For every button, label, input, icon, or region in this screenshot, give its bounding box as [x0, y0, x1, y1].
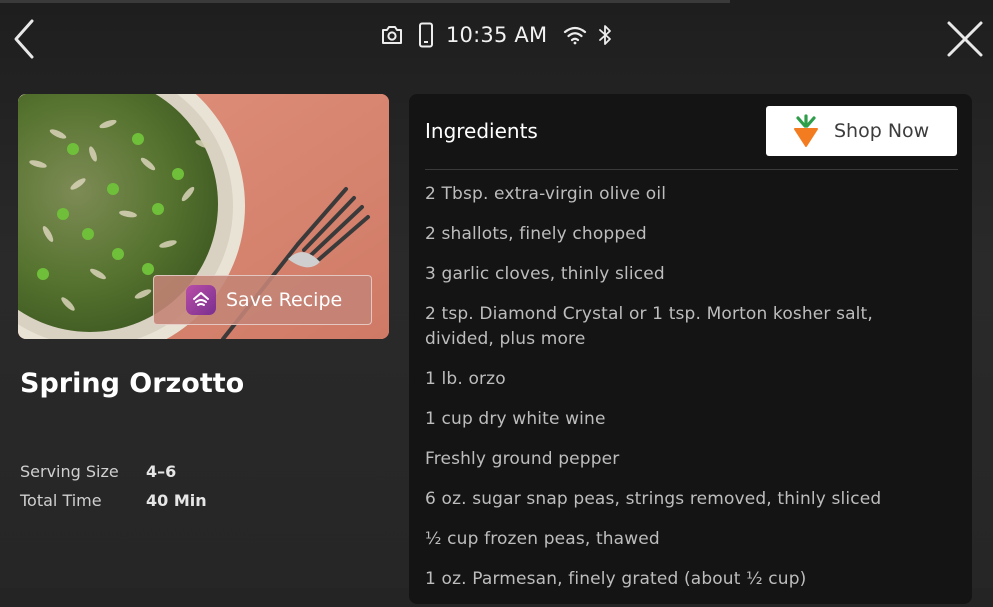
ingredients-list: 2 Tbsp. extra-virgin olive oil 2 shallot…	[425, 182, 945, 607]
carrot-icon	[794, 114, 818, 147]
total-time-value: 40 Min	[146, 491, 207, 510]
recipe-title: Spring Orzotto	[20, 368, 245, 399]
top-divider	[0, 0, 730, 3]
ingredient-item: 1 lb. orzo	[425, 369, 506, 389]
bluetooth-icon	[597, 24, 613, 46]
status-bar: 10:35 AM	[380, 18, 613, 52]
shop-now-label: Shop Now	[834, 120, 930, 142]
ingredient-item: ½ cup frozen peas, thawed	[425, 529, 660, 549]
ingredient-item: 3 garlic cloves, thinly sliced	[425, 264, 665, 284]
total-time-label: Total Time	[20, 491, 102, 510]
ingredient-item: Freshly ground pepper	[425, 449, 620, 469]
ingredient-item: 1 oz. Parmesan, finely grated (about ½ c…	[425, 569, 807, 589]
ingredient-item: 2 Tbsp. extra-virgin olive oil	[425, 184, 667, 204]
shop-now-button[interactable]: Shop Now	[766, 106, 957, 156]
ingredients-divider	[425, 169, 958, 170]
camera-icon	[380, 24, 404, 46]
serving-size-value: 4–6	[146, 462, 177, 481]
ingredient-item: 1 cup dry white wine	[425, 409, 606, 429]
recipe-app-icon	[186, 285, 216, 315]
wifi-icon	[563, 25, 587, 45]
ingredient-item: 2 shallots, finely chopped	[425, 224, 647, 244]
status-time: 10:35 AM	[446, 23, 548, 47]
save-recipe-button[interactable]: Save Recipe	[153, 275, 372, 325]
close-icon	[947, 21, 983, 57]
ingredient-item: 6 oz. sugar snap peas, strings removed, …	[425, 489, 882, 509]
ingredients-title: Ingredients	[425, 119, 538, 143]
save-recipe-label: Save Recipe	[226, 289, 343, 311]
serving-size-label: Serving Size	[20, 462, 119, 481]
close-button[interactable]	[944, 18, 986, 60]
chevron-left-icon	[14, 19, 34, 59]
phone-icon	[418, 22, 434, 48]
back-button[interactable]	[8, 16, 42, 62]
ingredient-item: 2 tsp. Diamond Crystal or 1 tsp. Morton …	[425, 304, 873, 349]
